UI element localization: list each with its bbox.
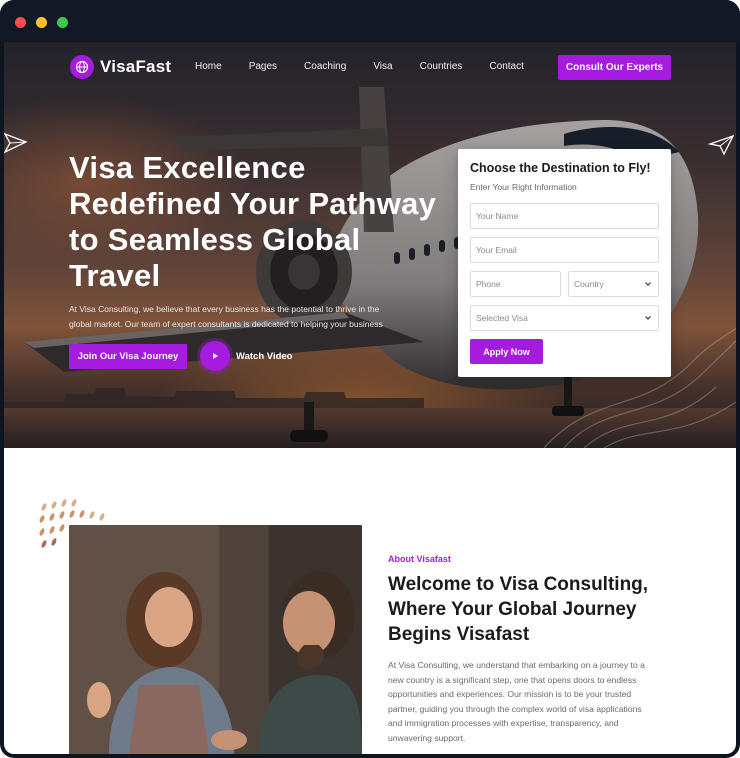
play-video-button[interactable] <box>200 341 230 371</box>
watch-video-link[interactable]: Watch Video <box>236 351 292 362</box>
close-window-button[interactable] <box>15 17 26 28</box>
brand-logo[interactable]: VisaFast <box>70 55 171 79</box>
phone-placeholder: Phone <box>476 279 501 289</box>
chevron-down-icon <box>645 316 651 320</box>
hero-section: VisaFast Home Pages Coaching Visa Countr… <box>4 42 736 448</box>
play-icon <box>213 353 218 359</box>
browser-window: VisaFast Home Pages Coaching Visa Countr… <box>0 0 740 758</box>
paper-plane-icon <box>708 134 734 156</box>
country-select[interactable]: Country <box>568 271 659 297</box>
nav-home[interactable]: Home <box>195 61 222 72</box>
nav-countries[interactable]: Countries <box>420 61 463 72</box>
main-navigation: Home Pages Coaching Visa Countries Conta… <box>195 61 551 72</box>
page-viewport: VisaFast Home Pages Coaching Visa Countr… <box>4 42 736 754</box>
top-navbar: VisaFast Home Pages Coaching Visa Countr… <box>4 42 736 92</box>
form-subtitle: Enter Your Right Information <box>470 182 577 192</box>
paper-plane-icon <box>4 132 28 154</box>
window-titlebar <box>0 0 740 42</box>
globe-icon <box>70 55 94 79</box>
destination-form: Choose the Destination to Fly! Enter You… <box>458 149 671 377</box>
nav-visa[interactable]: Visa <box>373 61 392 72</box>
minimize-window-button[interactable] <box>36 17 47 28</box>
country-selected-value: Country <box>574 279 604 289</box>
join-visa-journey-button[interactable]: Join Our Visa Journey <box>69 344 187 369</box>
visa-selected-value: Selected Visa <box>476 313 528 323</box>
hero-title: Visa Excellence Redefined Your Pathway t… <box>69 150 437 293</box>
about-section-tag: About Visafast <box>388 554 451 564</box>
name-input[interactable]: Your Name <box>470 203 659 229</box>
brand-name: VisaFast <box>100 57 172 76</box>
consultation-photo <box>69 525 362 754</box>
nav-coaching[interactable]: Coaching <box>304 61 346 72</box>
email-input[interactable]: Your Email <box>470 237 659 263</box>
nav-pages[interactable]: Pages <box>249 61 277 72</box>
maximize-window-button[interactable] <box>57 17 68 28</box>
hero-description: At Visa Consulting, we believe that ever… <box>69 304 383 329</box>
email-placeholder: Your Email <box>476 245 517 255</box>
chevron-down-icon <box>645 282 651 286</box>
visa-select[interactable]: Selected Visa <box>470 305 659 331</box>
about-section-title: Welcome to Visa Consulting, Where Your G… <box>388 574 649 645</box>
apply-now-button[interactable]: Apply Now <box>470 339 543 364</box>
consult-experts-button[interactable]: Consult Our Experts <box>558 55 671 80</box>
phone-input[interactable]: Phone <box>470 271 561 297</box>
form-title: Choose the Destination to Fly! <box>470 161 651 175</box>
about-section-description: At Visa Consulting, we understand that e… <box>388 660 645 743</box>
nav-contact[interactable]: Contact <box>489 61 523 72</box>
name-placeholder: Your Name <box>476 211 519 221</box>
